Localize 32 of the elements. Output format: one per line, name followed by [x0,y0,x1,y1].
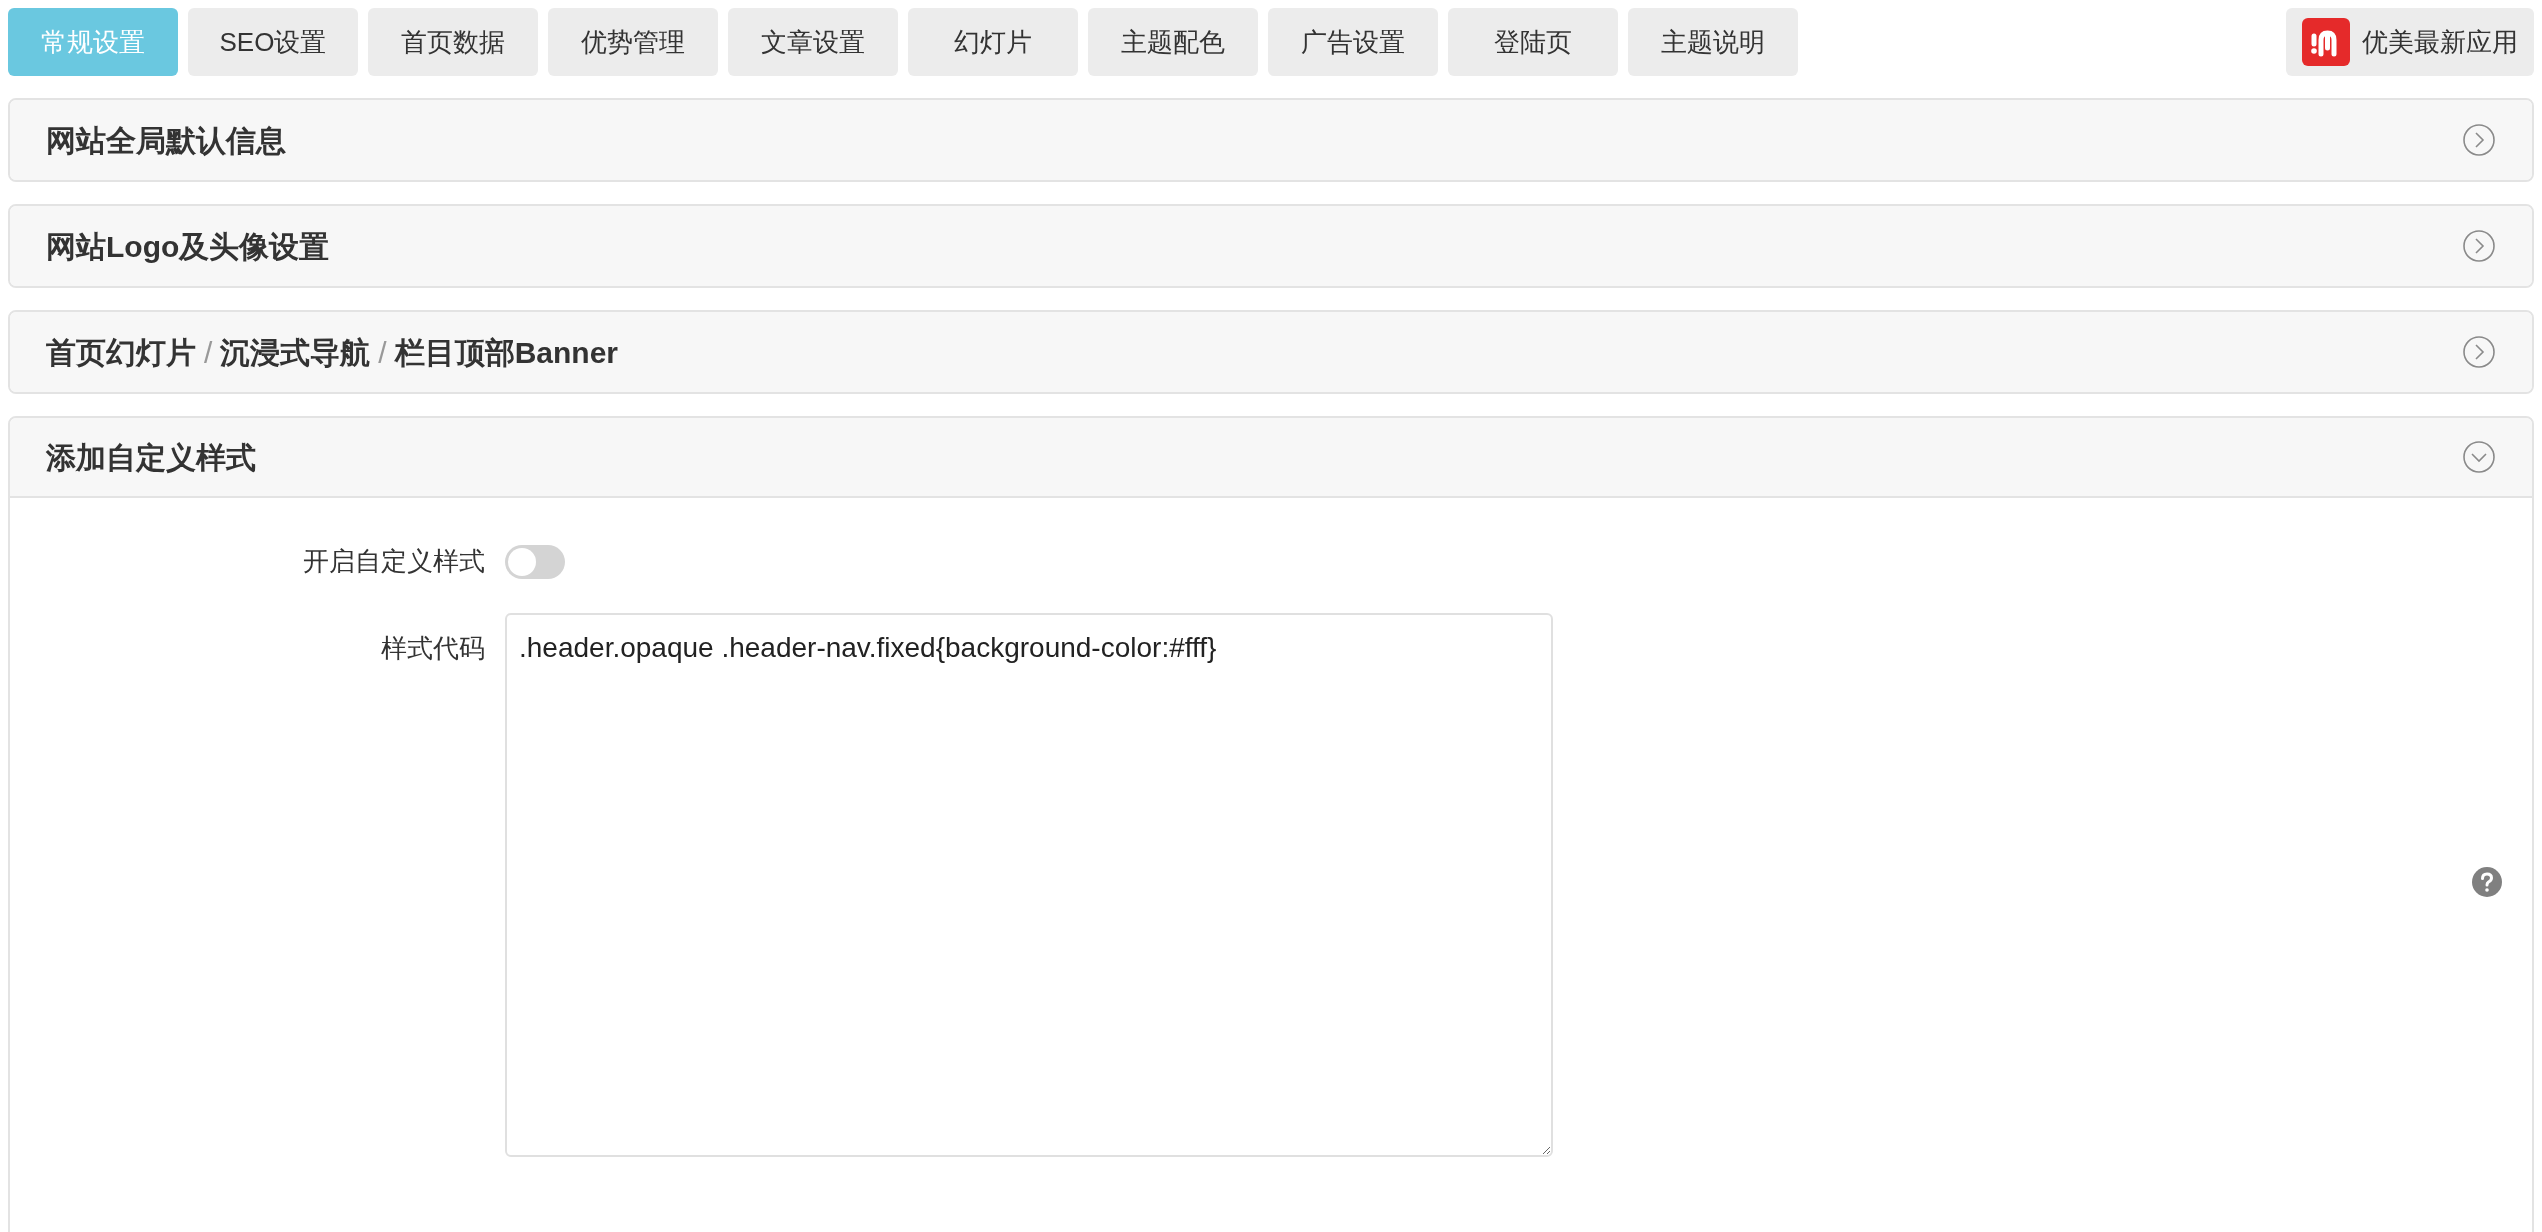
chevron-right-icon [2462,335,2496,369]
panel-title: 栏目顶部Banner [394,334,619,371]
tab[interactable]: 主题说明 [1628,8,1798,76]
panel-title: 沉浸式导航 [220,334,371,371]
tab[interactable]: SEO设置 [188,8,358,76]
panel-title: 网站Logo及头像设置 [46,228,330,265]
panel-header[interactable]: 首页幻灯片 / 沉浸式导航 / 栏目顶部Banner [10,312,2532,392]
chevron-down-icon [2462,440,2496,474]
chevron-right-icon [2462,123,2496,157]
app-button[interactable]: 优美最新应用 [2286,8,2534,76]
panel-title: 添加自定义样式 [46,439,256,476]
field-label: 开启自定义样式 [302,545,486,578]
title-separator: / [378,334,387,371]
panel-title: 首页幻灯片 [46,334,196,371]
logo-icon [2302,18,2350,66]
toggle-switch[interactable] [505,544,565,579]
tab[interactable]: 幻灯片 [908,8,1078,76]
panel-title: 网站全局默认信息 [46,122,286,159]
help-icon [2472,867,2502,897]
tab[interactable]: 文章设置 [728,8,898,76]
panel-header[interactable]: 网站全局默认信息 [10,100,2532,180]
field-label: 样式代码 [380,632,486,665]
tab[interactable]: 广告设置 [1268,8,1438,76]
tab[interactable]: 登陆页 [1448,8,1618,76]
code-textarea[interactable]: .header.opaque .header-nav.fixed{background-color:#fff} [505,613,1553,1157]
title-separator: / [204,334,213,371]
panel-header[interactable]: 网站Logo及头像设置 [10,206,2532,286]
panel-header[interactable]: 添加自定义样式 [10,418,2532,498]
tab[interactable]: 主题配色 [1088,8,1258,76]
chevron-right-icon [2462,229,2496,263]
tab[interactable]: 首页数据 [368,8,538,76]
tab[interactable]: 优势管理 [548,8,718,76]
